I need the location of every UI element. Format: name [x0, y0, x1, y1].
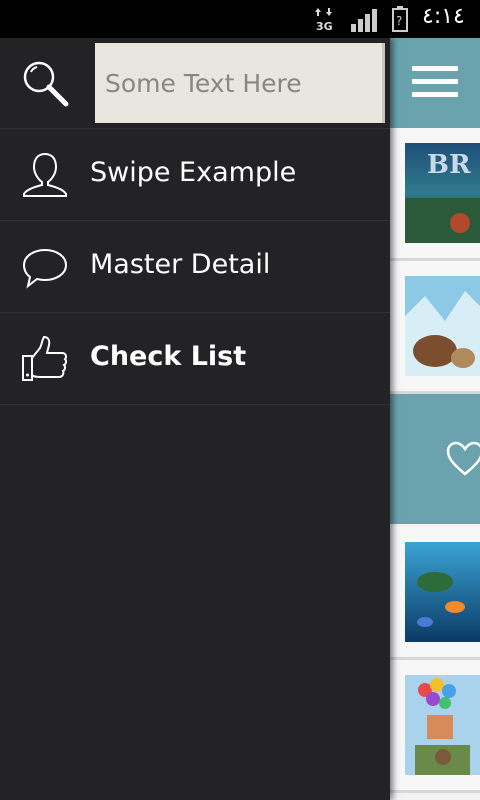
- navigation-drawer: Swipe Example Master Detail Check List: [0, 38, 390, 800]
- battery-unknown-icon: ?: [392, 6, 408, 32]
- svg-text:BR: BR: [427, 150, 471, 180]
- content-toolbar: [390, 38, 480, 128]
- clock: ٤:١٤: [422, 4, 465, 29]
- drawer-item-label: Check List: [90, 341, 247, 372]
- brave-poster-image: BR: [405, 143, 480, 243]
- drawer-item-swipe-example[interactable]: Swipe Example: [0, 129, 390, 221]
- heart-icon: [446, 441, 480, 476]
- up-poster-image: [405, 675, 480, 775]
- drawer-item-label: Swipe Example: [90, 157, 297, 188]
- drawer-item-label: Master Detail: [90, 249, 271, 280]
- list-item[interactable]: [390, 261, 480, 394]
- search-icon[interactable]: [20, 58, 70, 108]
- list-item[interactable]: BR: [390, 128, 480, 261]
- thumbs-up-icon: [22, 335, 68, 381]
- network-3g-icon: 3G: [315, 8, 333, 32]
- list-item[interactable]: [390, 527, 480, 660]
- highlight-item[interactable]: [390, 394, 480, 524]
- hamburger-menu-icon[interactable]: [412, 66, 458, 100]
- main-content: BR: [390, 38, 480, 800]
- ice-age-poster-image: [405, 276, 480, 376]
- speech-bubble-icon: [22, 248, 68, 289]
- search-bar: [0, 38, 390, 129]
- finding-nemo-poster-image: [405, 542, 480, 642]
- status-bar: 3G ? ٤:١٤: [0, 0, 480, 38]
- drawer-item-check-list[interactable]: Check List: [0, 313, 390, 405]
- network-type: 3G: [316, 20, 333, 32]
- svg-text:?: ?: [396, 14, 402, 28]
- search-input[interactable]: [95, 43, 385, 123]
- signal-bars-icon: [351, 9, 377, 32]
- user-icon: [23, 152, 67, 197]
- drawer-item-master-detail[interactable]: Master Detail: [0, 221, 390, 313]
- list-item[interactable]: [390, 660, 480, 793]
